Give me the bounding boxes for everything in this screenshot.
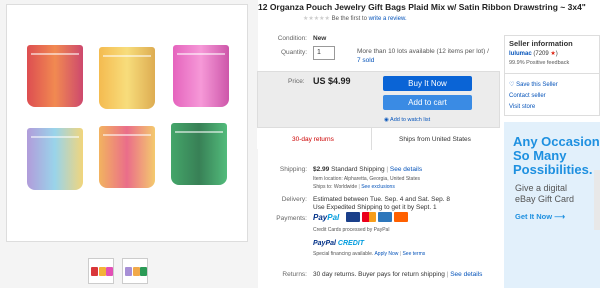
thumbnail-1[interactable] (88, 258, 114, 284)
price-label: Price: (288, 78, 305, 85)
bag-orange (99, 126, 155, 188)
delivery-label: Delivery: (281, 196, 307, 203)
bag-pink (173, 45, 229, 107)
credit-card-note: Credit Cards processed by PayPal (313, 227, 390, 233)
add-to-cart-button[interactable]: Add to cart (383, 95, 472, 110)
discover-card-icon (394, 212, 408, 222)
payments-label: Payments: (276, 215, 307, 222)
item-location: Item location: Alpharetta, Georgia, Unit… (313, 176, 421, 182)
price-value: US $4.99 (313, 76, 351, 86)
image-panel (0, 0, 258, 288)
returns-badge: 30-day returns (292, 136, 334, 143)
see-terms-link[interactable]: See terms (402, 251, 425, 257)
feedback-star-icon: ★ (550, 51, 556, 57)
shipping-label: Shipping: (279, 166, 307, 173)
paypal-logo: PayPal (313, 213, 340, 222)
condition-value: New (313, 35, 327, 42)
add-to-watch-list-link[interactable]: ◉ Add to watch list (384, 117, 430, 123)
bag-lavender (27, 128, 83, 190)
heart-icon: ♡ (509, 82, 515, 88)
see-exclusions-link[interactable]: See exclusions (361, 184, 395, 190)
quantity-input[interactable]: 1 (313, 46, 335, 60)
delivery-estimate: Estimated between Tue. Sep. 4 and Sat. S… (313, 196, 450, 203)
returns-details-link[interactable]: See details (450, 271, 482, 278)
quantity-note: More than 10 lots available (12 items pe… (357, 48, 489, 65)
bag-yellow (99, 47, 155, 109)
write-review-link[interactable]: write a review. (369, 16, 407, 22)
scrollbar[interactable] (594, 170, 600, 230)
ad-headline: Any Occasion So Many Possibilities. (513, 134, 600, 177)
ad-cta-link[interactable]: Get It Now ⟶ (515, 212, 565, 221)
visit-store-link[interactable]: Visit store (509, 104, 535, 110)
ships-to-line: Ships to: Worldwide | See exclusions (313, 184, 395, 190)
bag-red (27, 45, 83, 107)
shipping-cost: $2.99 (313, 166, 330, 173)
shipping-method: Standard Shipping (331, 166, 385, 173)
delivery-expedited: Use Expedited Shipping to get it by Sept… (313, 204, 437, 211)
amex-card-icon (378, 212, 392, 222)
condition-label: Condition: (277, 35, 307, 42)
apply-now-link[interactable]: Apply Now (374, 251, 398, 257)
sold-count-link[interactable]: 7 sold (357, 56, 489, 65)
seller-info-title: Seller information (509, 39, 573, 48)
review-prompt: ★★★★★ Be the first to write a review. (303, 16, 407, 22)
positive-feedback: 99.9% Positive feedback (509, 60, 570, 66)
shipping-details-link[interactable]: See details (390, 166, 422, 173)
main-product-image[interactable] (6, 4, 248, 242)
thumbnail-2[interactable] (122, 258, 148, 284)
ships-from-text: Ships from United States (399, 136, 471, 143)
visa-card-icon (346, 212, 360, 222)
eye-icon: ◉ (384, 117, 389, 123)
quantity-label: Quantity: (280, 49, 307, 56)
feedback-score: (7209 (533, 51, 549, 57)
paypal-credit-logo: PayPal CREDIT (313, 240, 364, 247)
financing-line: Special financing available. Apply Now |… (313, 251, 426, 257)
buy-it-now-button[interactable]: Buy It Now (383, 76, 472, 91)
mastercard-icon (362, 212, 376, 222)
returns-policy: 30 day returns. Buyer pays for return sh… (313, 271, 483, 278)
arrow-right-icon: ⟶ (554, 212, 565, 221)
contact-seller-link[interactable]: Contact seller (509, 93, 546, 99)
ad-subtext: Give a digital eBay Gift Card (515, 183, 575, 204)
returns-label: Returns: (282, 271, 307, 278)
rating-stars-icon: ★★★★★ (303, 16, 330, 22)
shipping-line: $2.99 Standard Shipping | See details (313, 166, 423, 173)
seller-name-link[interactable]: lulumac (509, 51, 532, 57)
bag-green (171, 123, 227, 185)
seller-name-line: lulumac (7209 ★) (509, 51, 558, 57)
save-seller-link[interactable]: ♡ Save this Seller (509, 81, 558, 88)
listing-title: 12 Organza Pouch Jewelry Gift Bags Plaid… (258, 2, 586, 12)
